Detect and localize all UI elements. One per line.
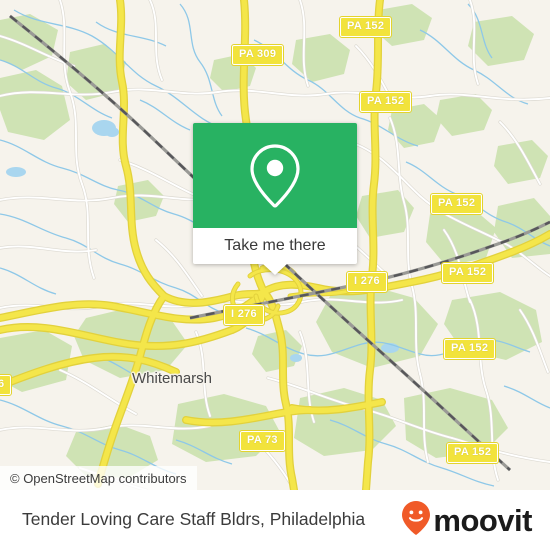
map-canvas[interactable]: PA 152 PA 309 PA 152 PA 152 I 276 PA 152…	[0, 0, 550, 490]
location-callout[interactable]: Take me there	[193, 123, 357, 275]
callout-action-bar[interactable]: Take me there	[193, 228, 357, 275]
location-title: Tender Loving Care Staff Bldrs, Philadel…	[22, 509, 366, 530]
callout-image-panel	[193, 123, 357, 228]
route-shield: 6	[0, 374, 13, 396]
map-pin-icon	[247, 142, 303, 210]
moovit-logo[interactable]: moovit	[401, 500, 532, 541]
moovit-pin-smile-icon	[401, 500, 431, 541]
route-shield: I 276	[346, 271, 388, 293]
place-label-whitemarsh: Whitemarsh	[132, 370, 213, 387]
route-shield: PA 152	[445, 442, 500, 464]
route-shield: PA 309	[230, 44, 285, 66]
osm-attribution[interactable]: © OpenStreetMap contributors	[0, 466, 197, 490]
take-me-there-label: Take me there	[224, 237, 326, 254]
route-shield: PA 73	[239, 430, 286, 452]
screenshot-root: PA 152 PA 309 PA 152 PA 152 I 276 PA 152…	[0, 0, 550, 550]
route-shield: I 276	[223, 304, 265, 326]
route-shield: PA 152	[429, 193, 484, 215]
callout-pointer-tail	[263, 264, 287, 275]
footer-bar: Tender Loving Care Staff Bldrs, Philadel…	[0, 490, 550, 550]
route-shield: PA 152	[358, 91, 413, 113]
route-shield: PA 152	[440, 262, 495, 284]
moovit-wordmark: moovit	[433, 502, 532, 538]
route-shield: PA 152	[338, 16, 393, 38]
route-shield: PA 152	[442, 338, 497, 360]
